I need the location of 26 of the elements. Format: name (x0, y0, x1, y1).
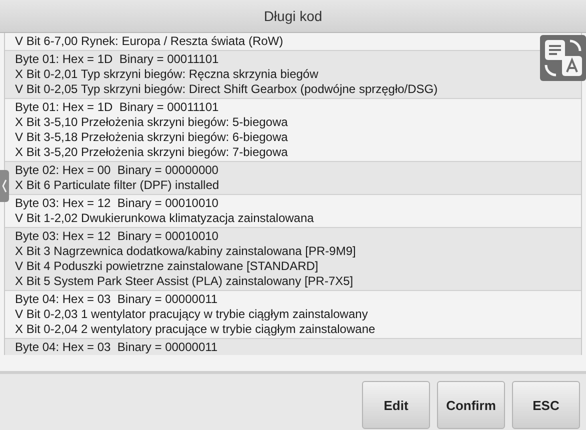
code-line: X Bit 3 Nagrzewnica dodatkowa/kabiny zainstalowana [PR-9M9] (15, 244, 357, 259)
code-line: X Bit 6 Particulate filter (DPF) installed (15, 178, 220, 193)
side-handle-icon[interactable] (0, 170, 9, 202)
action-button[interactable]: Confirm (437, 381, 505, 429)
code-line: Byte 03: Hex = 12 Binary = 00010010 (15, 229, 220, 244)
code-line: X Bit 0-2,01 Typ skrzyni biegów: Ręczna skrzynia biegów (15, 67, 320, 82)
code-line: Byte 01: Hex = 1D Binary = 00011101 (15, 100, 220, 115)
code-line: V Bit 3-5,18 Przełożenia skrzyni biegów: 6-biegowa (15, 130, 289, 145)
code-line: X Bit 3-5,10 Przełożenia skrzyni biegów: 5-biegowa (15, 115, 289, 130)
code-line: X Bit 0-2,04 2 wentylatory pracujące w trybie ciągłym zainstalowane (15, 322, 376, 337)
code-line: Byte 04: Hex = 03 Binary = 00000011 (15, 340, 219, 355)
code-line: Byte 02: Hex = 00 Binary = 00000000 (15, 163, 220, 178)
code-line: V Bit 6-7,00 Rynek: Europa / Reszta świata (RoW) (15, 34, 284, 49)
action-button[interactable]: Edit (362, 381, 430, 429)
code-line: Byte 04: Hex = 03 Binary = 00000011 (15, 292, 219, 307)
code-line: Byte 03: Hex = 12 Binary = 00010010 (15, 196, 220, 211)
code-line: X Bit 3-5,20 Przełożenia skrzyni biegów: 7-biegowa (15, 145, 289, 160)
code-line: V Bit 0-2,05 Typ skrzyni biegów: Direct Shift Gearbox (podwójne sprzęgło/DSG) (15, 82, 439, 97)
code-line: V Bit 0-2,03 1 wentylator pracujący w trybie ciągłym zainstalowany (15, 307, 369, 322)
code-line: V Bit 1-2,02 Dwukierunkowa klimatyzacja zainstalowana (15, 211, 315, 226)
action-button[interactable]: ESC (512, 381, 580, 429)
code-line: V Bit 4 Poduszki powietrzne zainstalowane [STANDARD] (15, 259, 320, 274)
code-line: Byte 01: Hex = 1D Binary = 00011101 (15, 52, 220, 67)
translate-icon[interactable] (540, 35, 586, 81)
window-title: Długi kod (264, 8, 322, 24)
code-line: X Bit 5 System Park Steer Assist (PLA) zainstalowany [PR-7X5] (15, 274, 354, 289)
